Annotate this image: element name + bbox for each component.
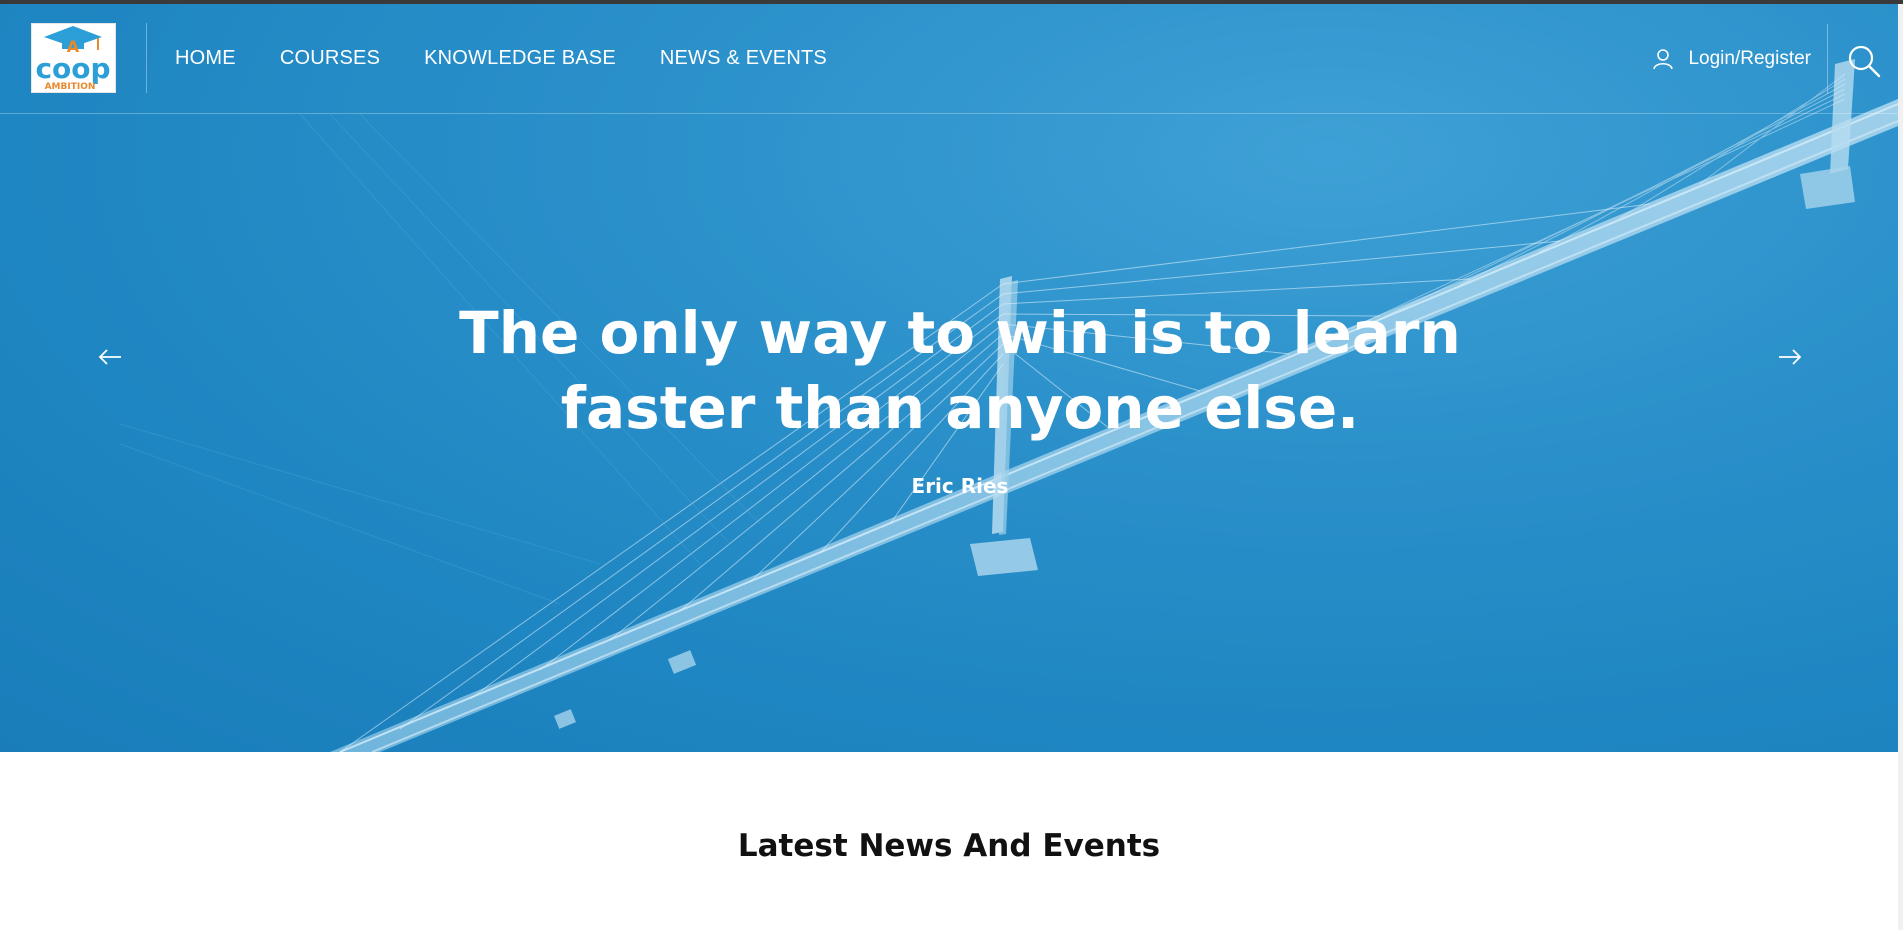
login-register-label: Login/Register (1688, 47, 1811, 69)
site-header: A coop AMBITION HOME COURSES KNOWLEDGE B… (0, 4, 1903, 114)
hero-quote: The only way to win is to learn faster t… (440, 296, 1480, 446)
arrow-right-icon[interactable] (1773, 340, 1807, 374)
user-icon (1653, 48, 1674, 69)
header-divider-right (1827, 24, 1828, 94)
page-scrollbar[interactable] (1898, 4, 1903, 930)
site-logo[interactable]: A coop AMBITION (31, 23, 116, 93)
nav-knowledge-base[interactable]: KNOWLEDGE BASE (424, 47, 616, 70)
logo-wordmark: coop (35, 52, 110, 85)
hero-quote-line-2: faster than anyone else. (560, 374, 1360, 442)
nav-home[interactable]: HOME (175, 47, 236, 70)
hero-quote-line-1: The only way to win is to learn (459, 299, 1461, 367)
nav-courses[interactable]: COURSES (280, 47, 380, 70)
logo-subtitle: AMBITION (45, 82, 96, 92)
search-icon[interactable] (1847, 44, 1881, 78)
coop-ambition-logo-icon: A coop AMBITION (35, 26, 111, 92)
hero-quote-author: Eric Ries (911, 474, 1009, 498)
arrow-left-icon[interactable] (93, 340, 127, 374)
section-title-news: Latest News And Events (737, 828, 1161, 864)
login-register-link[interactable]: Login/Register (1652, 4, 1811, 113)
nav-news-events[interactable]: NEWS & EVENTS (660, 47, 827, 70)
header-divider (146, 23, 147, 93)
main-nav: HOME COURSES KNOWLEDGE BASE NEWS & EVENT… (175, 4, 827, 113)
